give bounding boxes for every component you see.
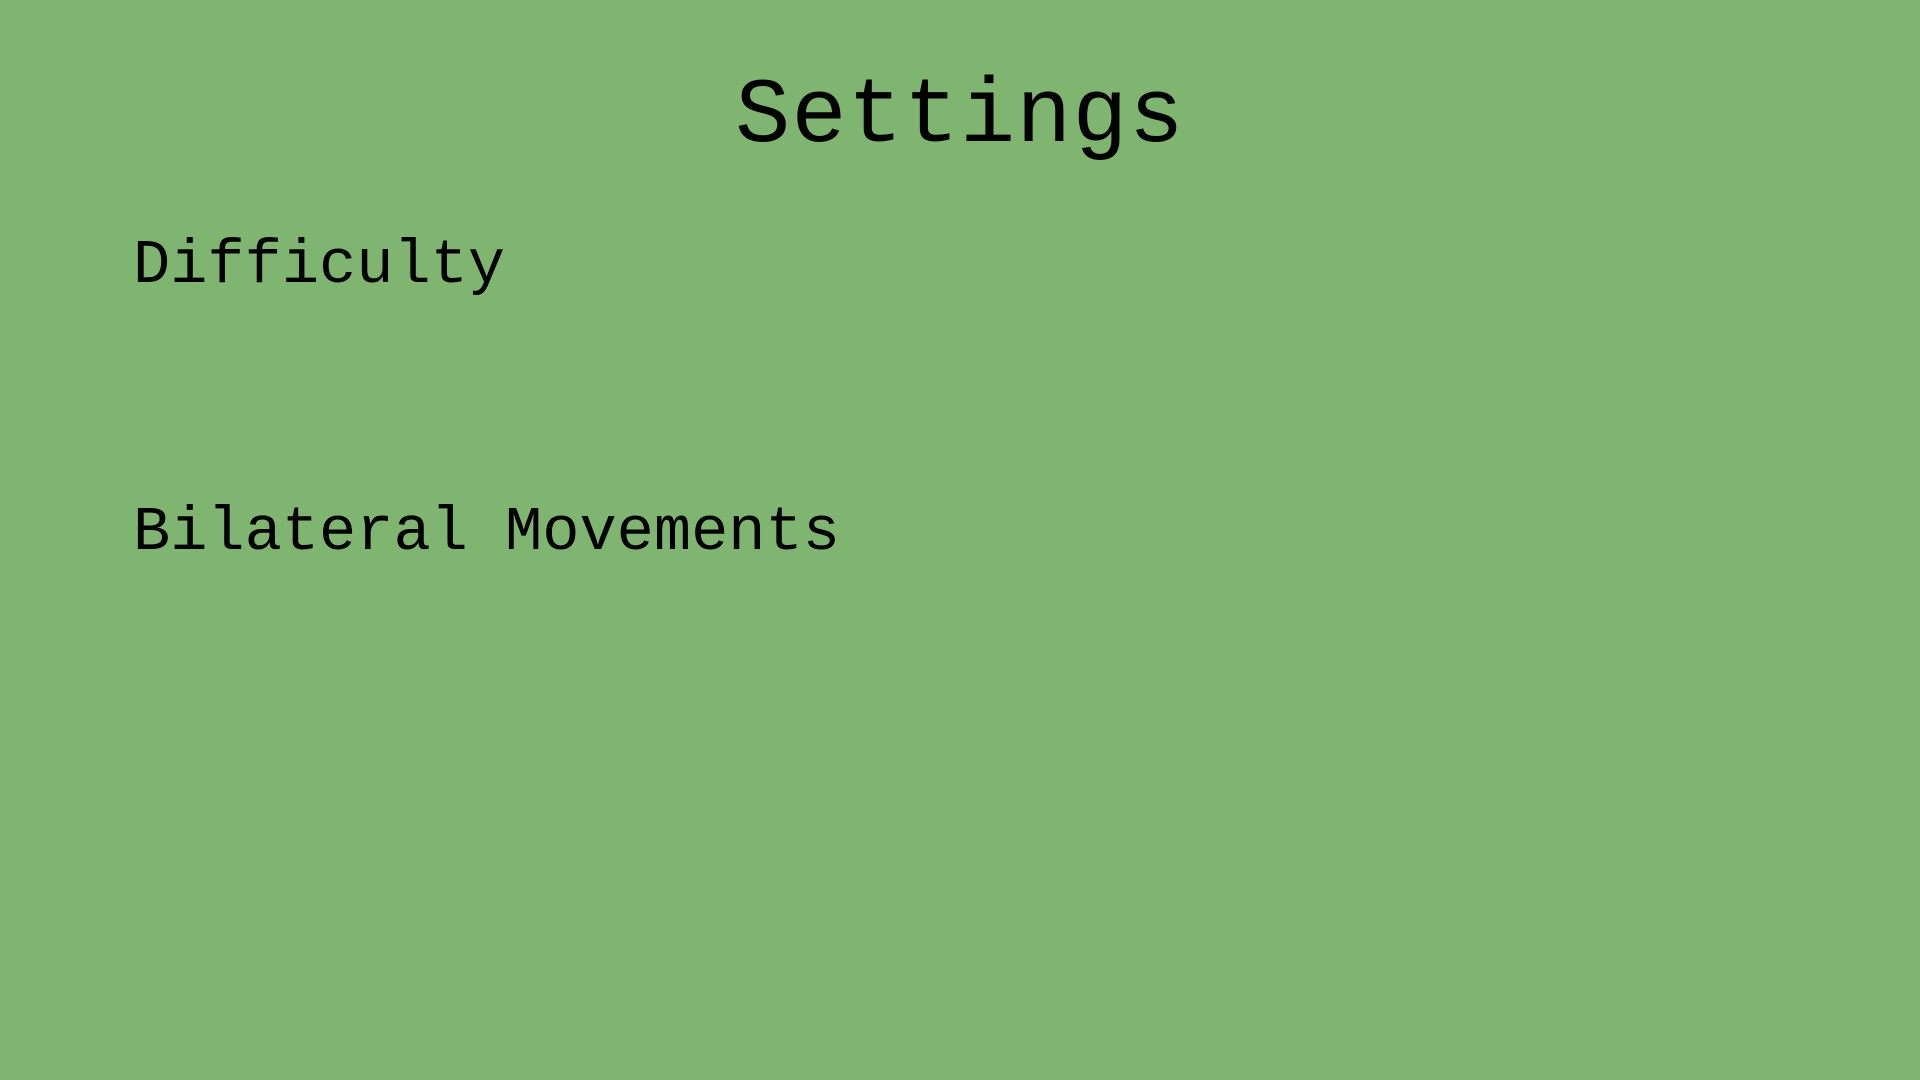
settings-screen: Settings Difficulty Bilateral Movements <box>0 0 1920 1080</box>
setting-bilateral-movements-label: Bilateral Movements <box>133 497 840 568</box>
page-title: Settings <box>735 64 1185 169</box>
setting-difficulty-label: Difficulty <box>133 230 506 301</box>
